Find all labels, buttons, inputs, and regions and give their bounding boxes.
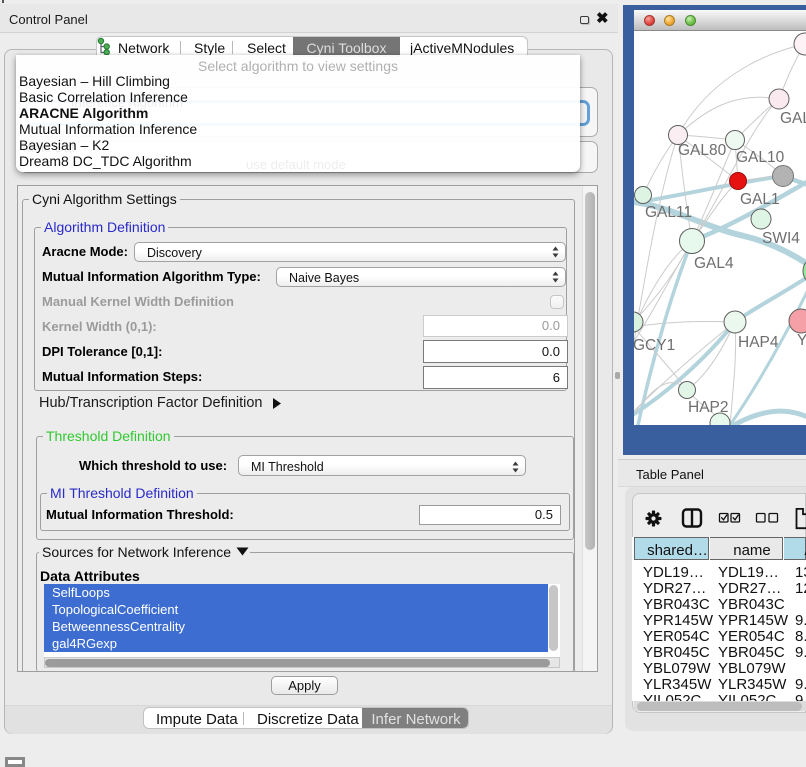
svg-text:GAL10: GAL10 <box>736 149 785 166</box>
svg-text:Y: Y <box>797 332 806 349</box>
svg-text:GAL1: GAL1 <box>740 191 780 208</box>
svg-text:SWI4: SWI4 <box>762 230 800 247</box>
svg-text:GCY1: GCY1 <box>634 337 675 354</box>
svg-text:HAP4: HAP4 <box>738 334 779 351</box>
svg-text:GAL7: GAL7 <box>780 110 806 127</box>
svg-text:GAL4: GAL4 <box>694 255 734 272</box>
svg-text:GAL11: GAL11 <box>645 204 692 221</box>
svg-text:HAP2: HAP2 <box>688 399 729 416</box>
svg-text:GAL80: GAL80 <box>678 142 727 159</box>
